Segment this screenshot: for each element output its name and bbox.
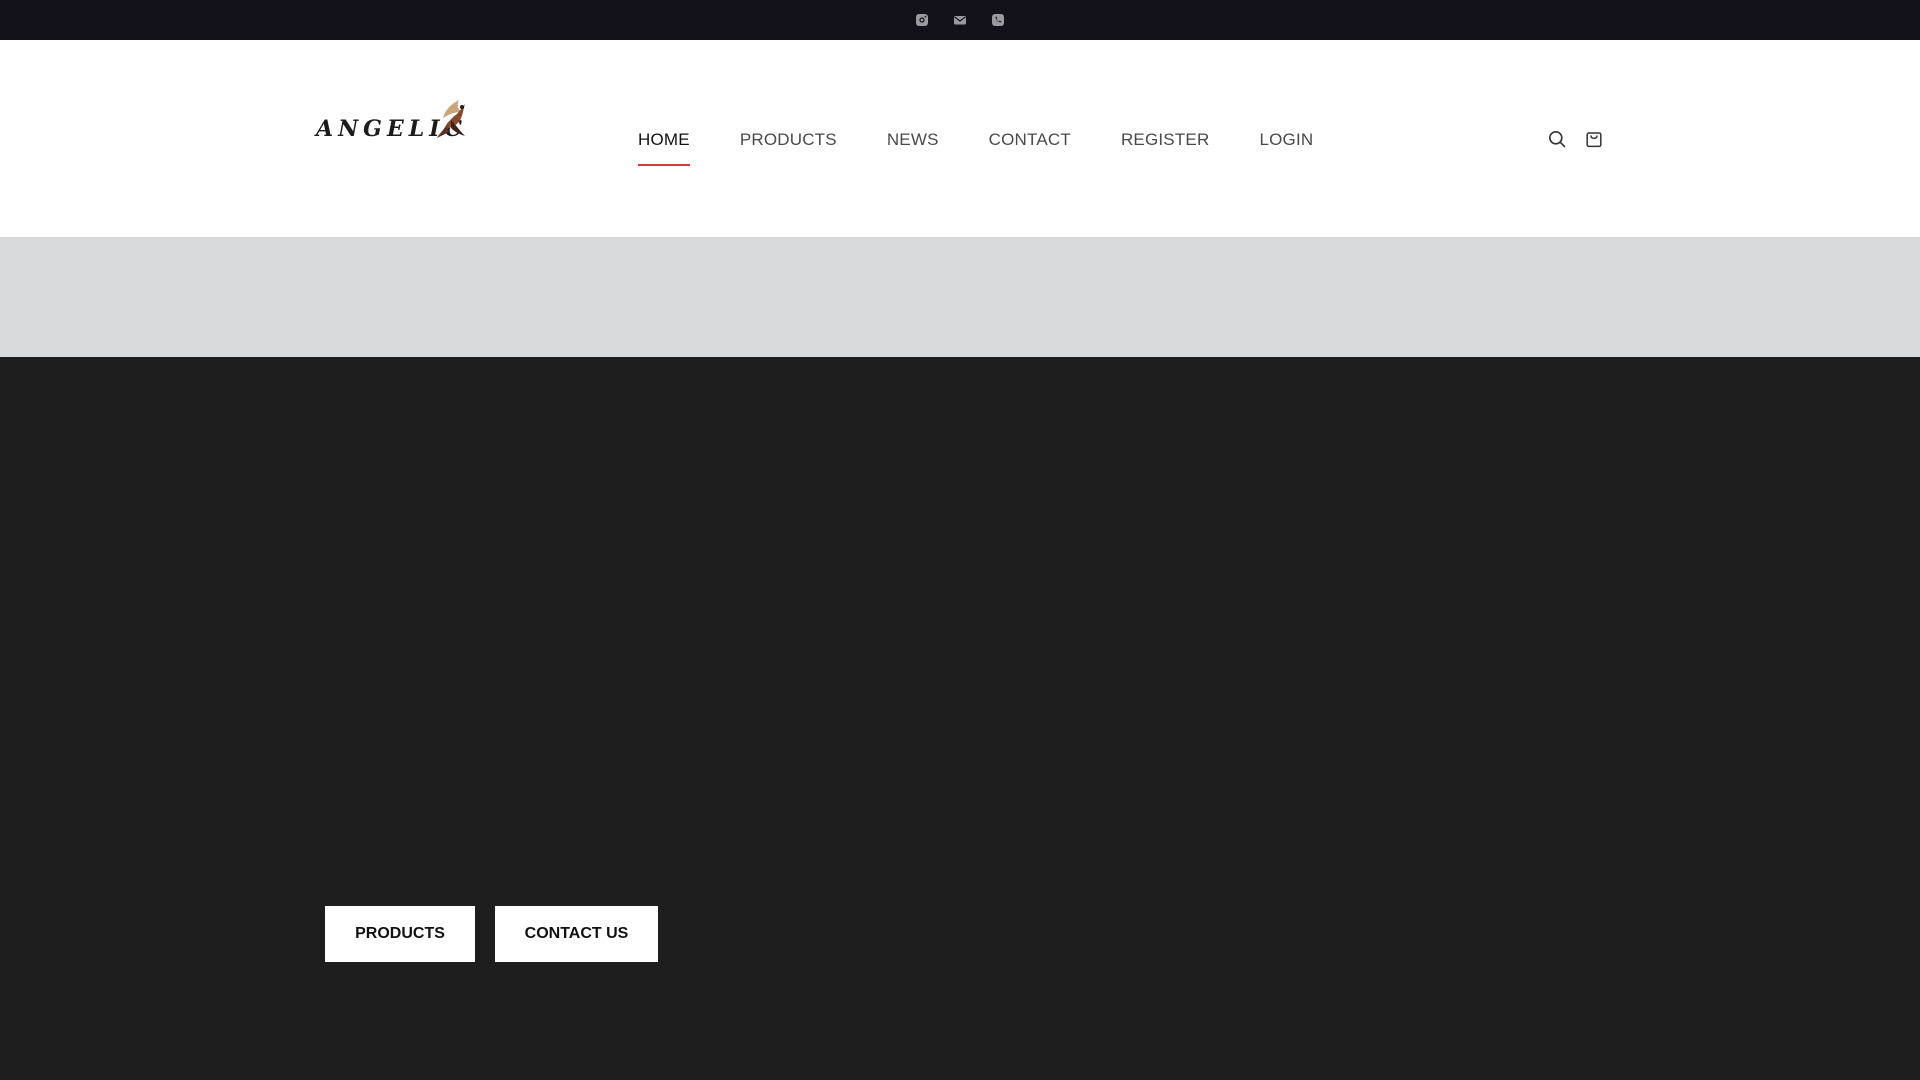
main-nav: HOME PRODUCTS NEWS CONTACT REGISTER LOGI… <box>638 40 1313 237</box>
phone-icon[interactable] <box>991 13 1005 27</box>
top-bar <box>0 0 1920 40</box>
bird-logo-icon <box>437 100 465 138</box>
nav-home[interactable]: HOME <box>638 130 690 166</box>
nav-news[interactable]: NEWS <box>887 130 939 150</box>
nav-login[interactable]: LOGIN <box>1259 130 1313 150</box>
instagram-icon[interactable] <box>915 13 929 27</box>
hero-section: PRODUCTS CONTACT US <box>0 357 1920 1080</box>
site-header: ANGELIC HOME PRODUCTS NEWS CONTACT REGIS… <box>0 40 1920 237</box>
contact-us-button[interactable]: CONTACT US <box>495 906 658 962</box>
logo[interactable]: ANGELIC <box>316 96 471 148</box>
nav-products[interactable]: PRODUCTS <box>740 130 837 150</box>
nav-register[interactable]: REGISTER <box>1121 130 1210 150</box>
mail-icon[interactable] <box>953 13 967 27</box>
products-button[interactable]: PRODUCTS <box>325 906 475 962</box>
nav-contact[interactable]: CONTACT <box>989 130 1071 150</box>
banner-strip <box>0 237 1920 357</box>
shopping-bag-icon[interactable] <box>1585 130 1603 148</box>
search-icon[interactable] <box>1548 130 1566 148</box>
header-actions <box>1548 40 1603 237</box>
